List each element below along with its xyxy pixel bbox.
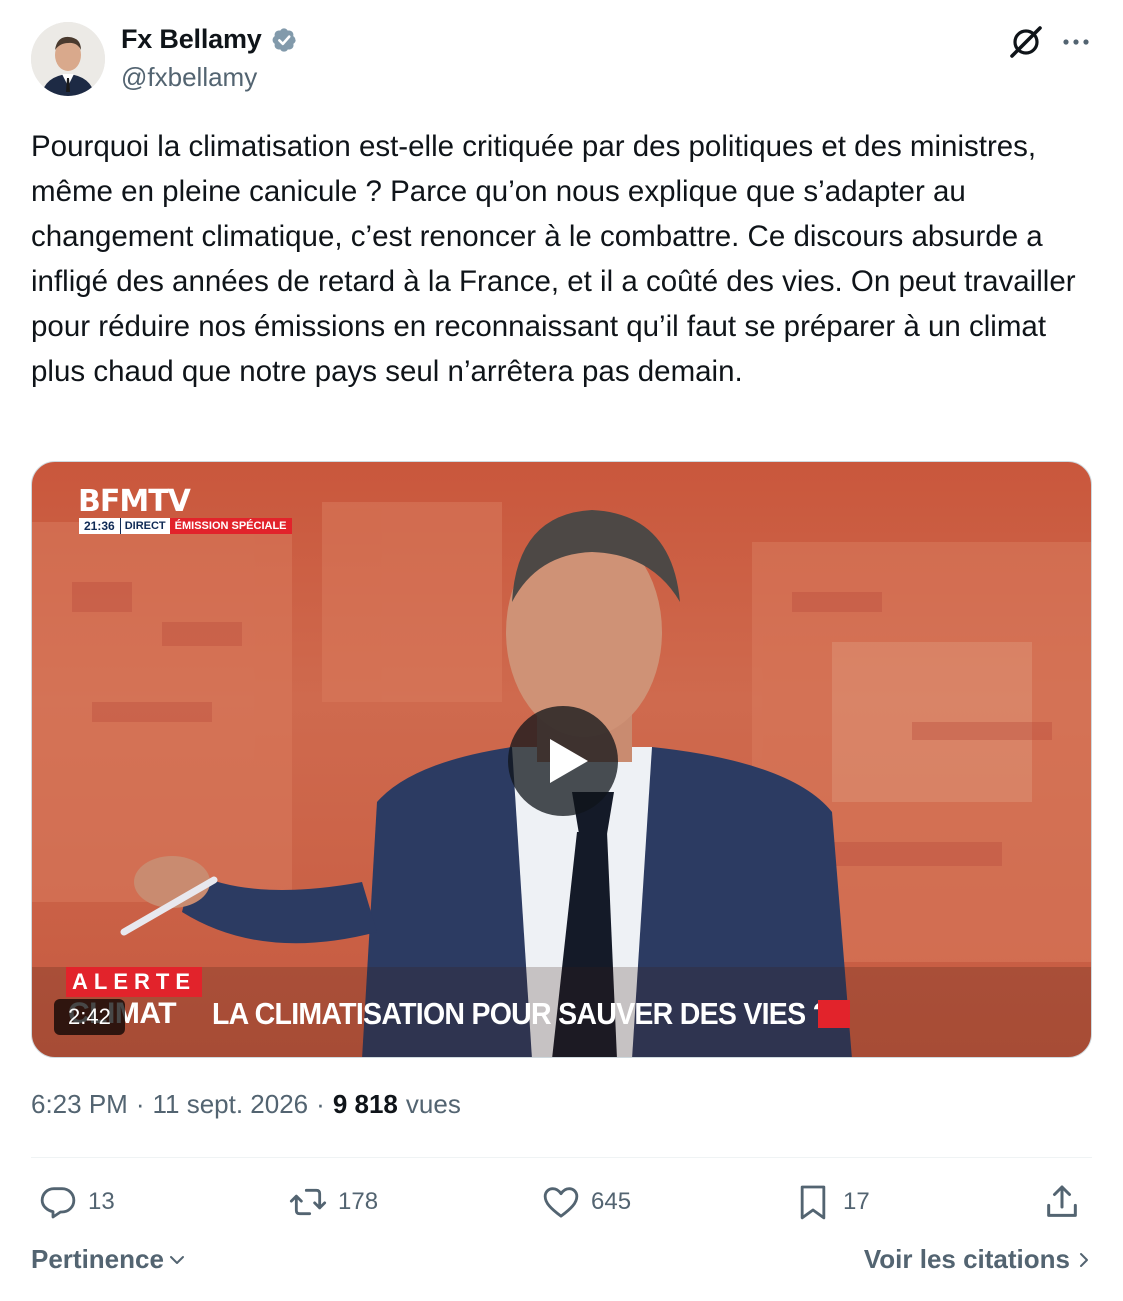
tweet-date[interactable]: 11 sept. 2026: [153, 1089, 309, 1120]
play-button[interactable]: [508, 706, 618, 816]
sort-label: Pertinence: [31, 1244, 164, 1274]
divider: [31, 1157, 1092, 1158]
retweet-button[interactable]: 178: [288, 1180, 378, 1224]
author-display-name[interactable]: Fx Bellamy: [121, 24, 262, 55]
alert-badge: ALERTE: [66, 967, 202, 997]
video-player[interactable]: BFMTV 21:36 DIRECT ÉMISSION SPÉCIALE ALE…: [31, 461, 1092, 1058]
grok-icon[interactable]: [1006, 22, 1046, 62]
avatar[interactable]: [31, 22, 105, 96]
broadcast-program: ÉMISSION SPÉCIALE: [169, 518, 292, 534]
avatar-image: [31, 22, 105, 96]
like-button[interactable]: 645: [541, 1180, 631, 1224]
bookmark-button[interactable]: 17: [793, 1180, 870, 1224]
author-handle[interactable]: @fxbellamy: [121, 62, 257, 93]
tweet-card: Fx Bellamy @fxbellamy Pourquoi la climat…: [0, 0, 1123, 1301]
chevron-right-icon: [1080, 1252, 1088, 1267]
more-icon[interactable]: [1058, 26, 1094, 58]
sort-dropdown[interactable]: Pertinence: [31, 1244, 188, 1275]
quotes-label: Voir les citations: [863, 1244, 1070, 1274]
views-count: 9 818: [332, 1089, 398, 1119]
retweet-count: 178: [338, 1188, 379, 1215]
broadcast-time: 21:36: [79, 518, 120, 534]
broadcast-strip: 21:36 DIRECT ÉMISSION SPÉCIALE: [79, 518, 292, 534]
like-count: 645: [591, 1188, 632, 1215]
headline-marker: [818, 1000, 850, 1028]
tweet-meta: 6:23 PM · 11 sept. 2026 · 9 818 vues: [31, 1089, 461, 1120]
bookmark-icon: [800, 1185, 826, 1220]
meta-separator: ·: [316, 1089, 325, 1119]
tweet-text: Pourquoi la climatisation est-elle criti…: [31, 130, 1084, 388]
bookmark-count: 17: [843, 1188, 870, 1215]
share-icon: [1047, 1185, 1077, 1217]
reply-icon: [40, 1187, 76, 1219]
meta-separator: ·: [135, 1089, 145, 1119]
share-button[interactable]: [1042, 1180, 1082, 1224]
bfmtv-logo: BFMTV: [78, 484, 191, 519]
reply-count: 13: [88, 1188, 115, 1215]
play-icon: [550, 739, 588, 783]
tweet-time[interactable]: 6:23 PM: [31, 1089, 128, 1120]
view-quotes-link[interactable]: Voir les citations: [864, 1244, 1092, 1275]
author-name-row[interactable]: Fx Bellamy: [121, 24, 298, 55]
video-headline: LA CLIMATISATION POUR SAUVER DES VIES ?: [212, 996, 830, 1031]
reply-button[interactable]: 13: [38, 1180, 115, 1224]
video-duration: 2:42: [54, 999, 125, 1035]
retweet-icon: [289, 1188, 327, 1216]
broadcast-direct: DIRECT: [119, 518, 170, 534]
views-label: vues: [405, 1089, 461, 1119]
verified-badge-icon[interactable]: [270, 26, 298, 54]
chevron-down-icon: [169, 1255, 184, 1264]
heart-icon: [543, 1187, 579, 1218]
